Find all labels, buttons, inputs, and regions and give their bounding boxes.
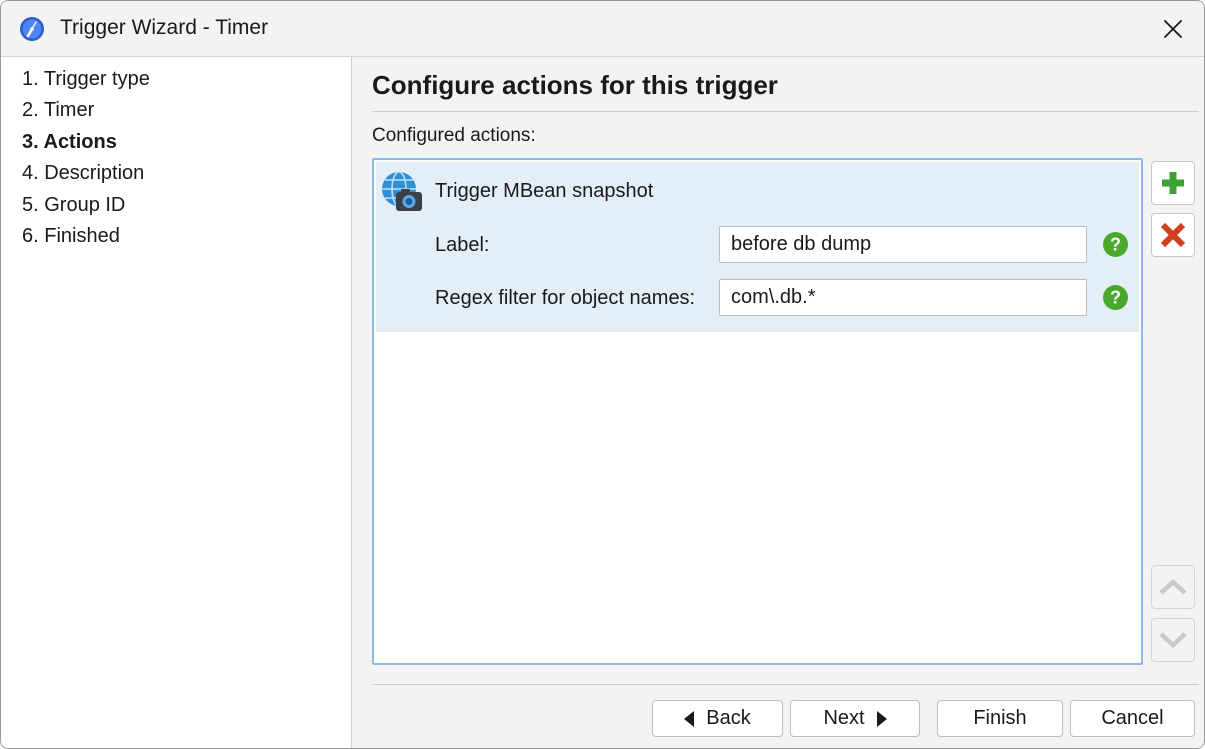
label-field-label: Label: [435,234,490,256]
remove-action-button[interactable] [1151,213,1195,257]
chevron-up-icon [1159,578,1187,595]
arrow-left-icon [684,710,695,727]
action-item-mbean-snapshot[interactable]: Trigger MBean snapshot Label: ? Regex fi… [376,162,1139,332]
arrow-right-icon [876,710,887,727]
close-button[interactable] [1156,12,1190,46]
plus-icon [1162,172,1184,194]
move-down-button[interactable] [1151,618,1195,662]
label-input[interactable] [719,226,1087,263]
back-button-label: Back [706,707,751,729]
help-icon[interactable]: ? [1102,284,1129,311]
step-actions[interactable]: 3. Actions [22,131,117,154]
page-title: Configure actions for this trigger [372,70,778,100]
close-icon [1164,20,1182,38]
next-button-label: Next [823,707,865,729]
wizard-steps-sidebar: 1. Trigger type 2. Timer 3. Actions 4. D… [1,57,352,748]
heading-divider [372,111,1199,112]
footer-divider [372,684,1199,685]
step-group-id[interactable]: 5. Group ID [22,194,125,217]
help-icon[interactable]: ? [1102,231,1129,258]
regex-filter-input[interactable] [719,279,1087,316]
add-action-button[interactable] [1151,161,1195,205]
step-trigger-type[interactable]: 1. Trigger type [22,68,150,91]
finish-button[interactable]: Finish [937,700,1063,737]
configured-actions-list[interactable]: Trigger MBean snapshot Label: ? Regex fi… [372,158,1143,665]
regex-filter-label: Regex filter for object names: [435,287,696,309]
step-finished[interactable]: 6. Finished [22,225,120,248]
step-timer[interactable]: 2. Timer [22,99,94,122]
next-button[interactable]: Next [790,700,920,737]
window-title: Trigger Wizard - Timer [60,16,269,39]
svg-text:?: ? [1110,235,1121,255]
trigger-wizard-window: Trigger Wizard - Timer 1. Trigger type 2… [0,0,1205,749]
svg-text:?: ? [1110,288,1121,308]
main-panel: Configure actions for this trigger Confi… [353,57,1204,748]
step-description[interactable]: 4. Description [22,162,144,185]
move-up-button[interactable] [1151,565,1195,609]
configured-actions-label: Configured actions: [372,125,536,146]
globe-camera-icon [380,170,424,214]
delete-x-icon [1160,222,1186,248]
back-button[interactable]: Back [652,700,783,737]
cancel-button[interactable]: Cancel [1070,700,1195,737]
action-title: Trigger MBean snapshot [435,180,654,202]
title-bar: Trigger Wizard - Timer [1,1,1204,57]
stopwatch-icon [19,16,45,42]
chevron-down-icon [1159,632,1187,649]
